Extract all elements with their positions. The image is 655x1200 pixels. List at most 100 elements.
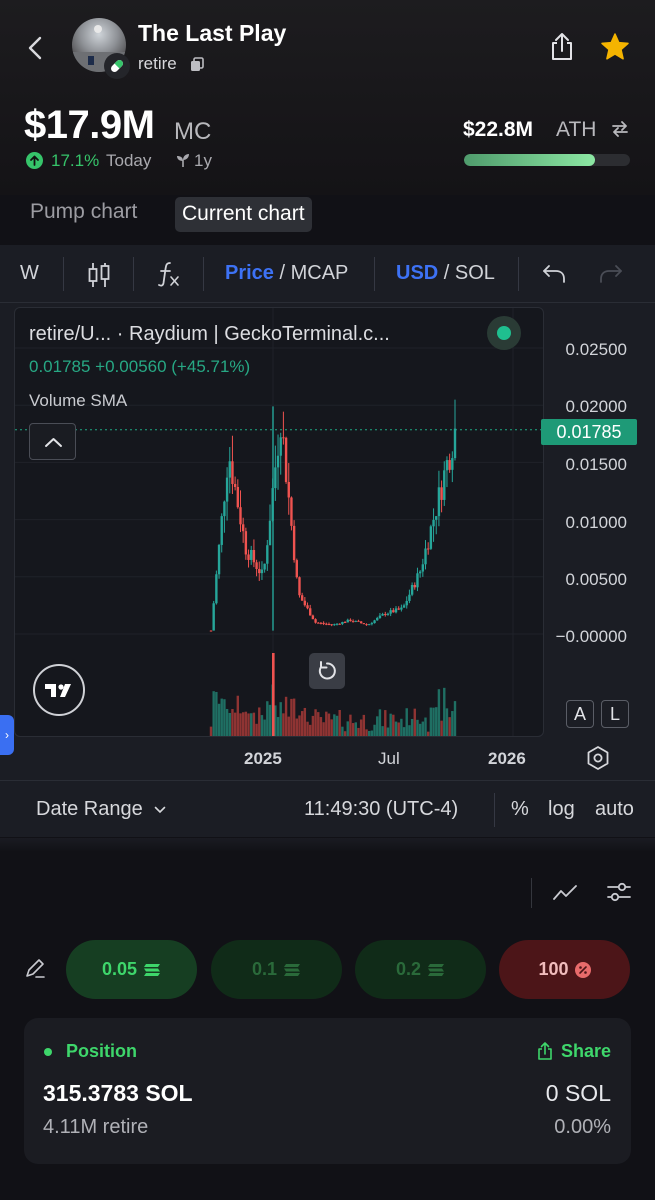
volume-bar bbox=[421, 721, 425, 736]
volume-bar bbox=[362, 714, 366, 736]
quick-sell-button[interactable]: 100 bbox=[499, 940, 630, 999]
toolbar-divider bbox=[133, 257, 134, 291]
volume-bar bbox=[429, 707, 433, 736]
tradingview-logo[interactable] bbox=[33, 664, 85, 716]
settings-hex-icon[interactable] bbox=[584, 744, 612, 772]
volume-bar bbox=[311, 715, 315, 736]
interval-selector[interactable]: W bbox=[20, 262, 39, 285]
quick-buy-button[interactable]: 0.2 bbox=[355, 940, 486, 999]
candle-body bbox=[333, 624, 336, 626]
volume-bar bbox=[306, 721, 309, 736]
volume-bar bbox=[341, 726, 344, 736]
mcap-option[interactable]: / MCAP bbox=[280, 262, 349, 284]
position-label: Position bbox=[66, 1041, 137, 1061]
currency-toggle[interactable]: USD / SOL bbox=[396, 262, 495, 285]
share-icon[interactable] bbox=[548, 32, 576, 62]
candle-body bbox=[244, 531, 248, 555]
volume-bar bbox=[325, 711, 328, 736]
date-range-dropdown[interactable]: Date Range bbox=[36, 798, 166, 821]
chart-toolbar: W Price / MCAP USD / SOL bbox=[0, 245, 655, 303]
sol-option[interactable]: / SOL bbox=[444, 262, 495, 284]
log-scale-button[interactable]: L bbox=[601, 700, 629, 728]
volume-bar bbox=[284, 696, 288, 736]
auto-scale-button[interactable]: A bbox=[566, 700, 594, 728]
chevron-up-icon bbox=[45, 438, 62, 447]
usd-option[interactable]: USD bbox=[396, 262, 438, 284]
volume-bar bbox=[418, 723, 422, 736]
percent-scale-toggle[interactable]: % bbox=[511, 798, 529, 821]
collapse-legend-button[interactable] bbox=[29, 423, 76, 460]
volume-bar bbox=[217, 703, 221, 736]
back-arrow-icon[interactable] bbox=[22, 34, 50, 62]
volume-bar bbox=[453, 701, 457, 736]
price-option[interactable]: Price bbox=[225, 262, 274, 284]
candle-body bbox=[359, 621, 363, 624]
candle-body bbox=[435, 516, 438, 520]
volume-bar bbox=[402, 727, 406, 736]
quick-buy-button[interactable]: 0.05 bbox=[66, 940, 197, 999]
swap-arrows-icon[interactable] bbox=[610, 119, 630, 139]
candle-body bbox=[274, 467, 277, 489]
share-icon[interactable] bbox=[536, 1041, 554, 1061]
candle-body bbox=[346, 619, 349, 623]
candle-body bbox=[282, 437, 285, 439]
auto-scale-toggle[interactable]: auto bbox=[595, 798, 634, 821]
sliders-icon[interactable] bbox=[606, 879, 632, 905]
candle-body bbox=[376, 617, 379, 621]
position-card: Position Share 315.3783 SOL 4.11M retire… bbox=[24, 1018, 631, 1164]
candle-body bbox=[306, 605, 309, 609]
candle-body bbox=[416, 573, 419, 588]
pill-icon bbox=[104, 53, 130, 79]
star-icon[interactable] bbox=[600, 32, 630, 62]
volume-bar bbox=[394, 721, 398, 736]
candlestick-type-icon[interactable] bbox=[86, 261, 112, 289]
share-button[interactable]: Share bbox=[561, 1041, 611, 1062]
candle-body bbox=[349, 619, 352, 622]
undo-icon[interactable] bbox=[541, 263, 567, 285]
volume-bar bbox=[228, 712, 231, 736]
bottom-bar-divider bbox=[494, 793, 495, 827]
quick-buy-button[interactable]: 0.1 bbox=[211, 940, 342, 999]
volume-bar bbox=[317, 712, 320, 736]
timezone-clock[interactable]: 11:49:30 (UTC-4) bbox=[304, 798, 458, 821]
candle-body bbox=[389, 610, 392, 614]
candle-body bbox=[239, 507, 242, 525]
candle-body bbox=[298, 577, 301, 596]
log-scale-toggle[interactable]: log bbox=[548, 798, 575, 821]
volume-bar bbox=[437, 689, 441, 736]
solana-icon bbox=[284, 963, 301, 976]
volume-bar bbox=[247, 713, 250, 736]
volume-bar bbox=[443, 687, 446, 736]
x-tick-label: 2025 bbox=[244, 749, 282, 768]
volume-bar bbox=[413, 708, 416, 736]
volume-bar bbox=[263, 719, 266, 736]
candle-body bbox=[231, 461, 234, 484]
price-change-percent: 17.1% bbox=[51, 151, 100, 170]
tab-pump-chart[interactable]: Pump chart bbox=[30, 200, 137, 224]
candle-body bbox=[378, 615, 382, 618]
copy-icon[interactable] bbox=[189, 56, 205, 72]
volume-bar bbox=[386, 727, 390, 736]
side-panel-handle[interactable]: › bbox=[0, 715, 14, 755]
line-chart-icon[interactable] bbox=[552, 880, 578, 906]
tab-current-chart[interactable]: Current chart bbox=[175, 197, 312, 232]
candle-body bbox=[424, 548, 427, 565]
tradingview-logo-icon bbox=[45, 684, 71, 697]
candle-body bbox=[255, 562, 258, 570]
volume-bar bbox=[266, 701, 269, 736]
edit-presets-icon[interactable] bbox=[24, 958, 46, 980]
redo-icon[interactable] bbox=[598, 263, 624, 285]
volume-bar bbox=[241, 712, 245, 736]
volume-bar bbox=[416, 719, 419, 736]
volume-bar bbox=[373, 724, 376, 736]
solana-icon bbox=[144, 963, 161, 976]
price-mcap-toggle[interactable]: Price / MCAP bbox=[225, 262, 348, 285]
reset-chart-button[interactable] bbox=[309, 653, 345, 689]
candle-body bbox=[268, 520, 272, 546]
position-token-amount: 4.11M retire bbox=[43, 1116, 149, 1138]
candle-body bbox=[228, 461, 231, 478]
plot-area[interactable]: retire/U... · Raydium | GeckoTerminal.c.… bbox=[14, 307, 544, 737]
candle-body bbox=[311, 615, 315, 620]
sprout-icon bbox=[177, 154, 189, 167]
indicators-fx-icon[interactable] bbox=[156, 260, 182, 288]
